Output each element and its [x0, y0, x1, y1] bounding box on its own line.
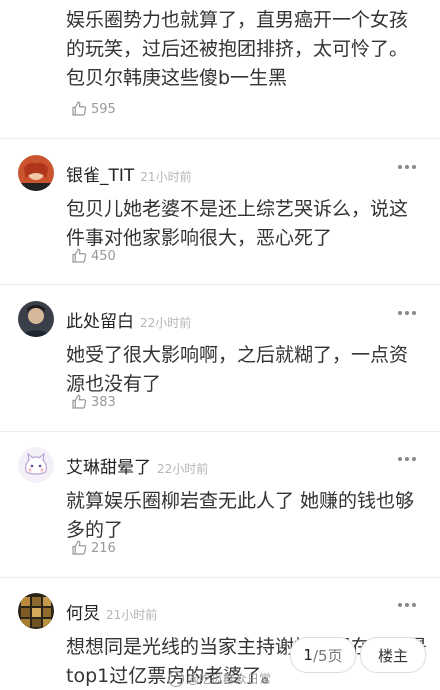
- comment-text: 娱乐圈势力也就算了，直男癌开一个女孩的玩笑，过后还被抱团排挤，太可怜了。包贝尔韩…: [66, 9, 409, 89]
- thumbs-up-icon: [72, 101, 87, 116]
- avatar[interactable]: [18, 447, 54, 483]
- avatar[interactable]: [18, 593, 54, 629]
- divider: [0, 284, 440, 285]
- like-button[interactable]: 595: [70, 100, 116, 118]
- username[interactable]: 银雀_TIT: [66, 161, 134, 186]
- divider: [0, 431, 440, 432]
- like-count: 383: [91, 394, 116, 410]
- thumbs-up-icon: [72, 540, 87, 555]
- thumbs-up-icon: [72, 394, 87, 409]
- weibo-logo-icon: [168, 670, 184, 687]
- username[interactable]: 此处留白: [66, 307, 134, 332]
- comment-header: 此处留白 22小时前: [66, 307, 191, 332]
- comment-text: 就算娱乐圈柳岩查无此人了 她赚的钱也够多的了: [66, 490, 415, 541]
- like-count: 450: [91, 248, 116, 264]
- timestamp: 21小时前: [140, 170, 192, 184]
- more-options-icon[interactable]: [398, 311, 416, 315]
- avatar-image: [18, 155, 54, 191]
- watermark-text: @吃瓜群众日常: [187, 672, 272, 686]
- like-button[interactable]: 450: [70, 247, 116, 265]
- top-comment: 娱乐圈势力也就算了，直男癌开一个女孩的玩笑，过后还被抱团排挤，太可怜了。包贝尔韩…: [0, 0, 440, 128]
- like-button[interactable]: 216: [70, 539, 116, 557]
- more-options-icon[interactable]: [398, 457, 416, 461]
- more-options-icon[interactable]: [398, 603, 416, 607]
- avatar-image: [18, 593, 54, 629]
- like-count: 216: [91, 540, 116, 556]
- comment-text: 她受了很大影响啊，之后就糊了，一点资源也没有了: [66, 344, 409, 395]
- like-count: 595: [91, 101, 116, 117]
- comment-header: 艾琳甜晕了 22小时前: [66, 453, 208, 478]
- watermark: @吃瓜群众日常: [168, 670, 271, 687]
- comment-header: 银雀_TIT 21小时前: [66, 161, 192, 186]
- comment-item: 艾琳甜晕了 22小时前 就算娱乐圈柳岩查无此人了 她赚的钱也够多的了 216: [0, 447, 440, 577]
- username[interactable]: 艾琳甜晕了: [66, 453, 151, 478]
- divider: [0, 577, 440, 578]
- comment-thread: 娱乐圈势力也就算了，直男癌开一个女孩的玩笑，过后还被抱团排挤，太可怜了。包贝尔韩…: [0, 0, 440, 690]
- like-button[interactable]: 383: [70, 393, 116, 411]
- thumbs-up-icon: [72, 248, 87, 263]
- timestamp: 22小时前: [140, 316, 192, 330]
- comment-text: 包贝儿她老婆不是还上综艺哭诉么，说这件事对他家影响很大，恶心死了: [66, 198, 409, 249]
- comment-item: 此处留白 22小时前 她受了很大影响啊，之后就糊了，一点资源也没有了 383: [0, 301, 440, 431]
- avatar[interactable]: [18, 301, 54, 337]
- host-only-button[interactable]: 楼主: [360, 637, 426, 673]
- divider: [0, 138, 440, 139]
- total-pages: /5页: [312, 646, 343, 665]
- page-indicator-button[interactable]: 1/5页: [290, 637, 356, 673]
- comment-header: 何炅 21小时前: [66, 599, 157, 624]
- timestamp: 22小时前: [157, 462, 209, 476]
- avatar-image: [18, 301, 54, 337]
- avatar-image: [18, 447, 54, 483]
- current-page: 1: [303, 646, 313, 664]
- timestamp: 21小时前: [106, 608, 158, 622]
- comment-item: 银雀_TIT 21小时前 包贝儿她老婆不是还上综艺哭诉么，说这件事对他家影响很大…: [0, 155, 440, 285]
- username[interactable]: 何炅: [66, 599, 100, 624]
- more-options-icon[interactable]: [398, 165, 416, 169]
- avatar[interactable]: [18, 155, 54, 191]
